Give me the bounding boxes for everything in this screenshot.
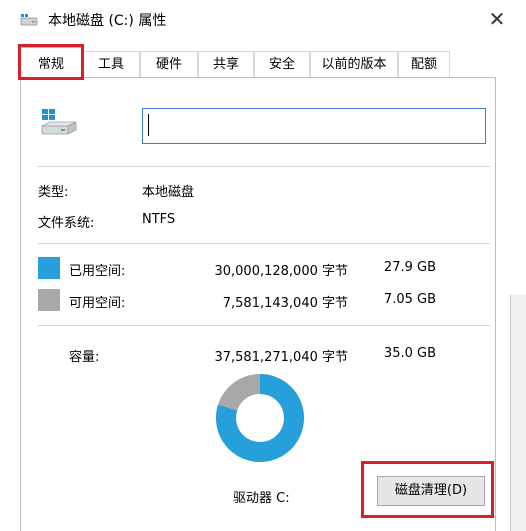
used-space-size: 27.9 GB <box>383 260 436 275</box>
tab-quota[interactable]: 配额 <box>398 51 450 78</box>
text-caret <box>148 114 149 136</box>
tab-security[interactable]: 安全 <box>254 51 310 78</box>
tab-previous-versions[interactable]: 以前的版本 <box>310 51 398 78</box>
capacity-size: 35.0 GB <box>383 346 436 361</box>
background-window-edge <box>510 295 526 531</box>
drive-label: 驱动器 C: <box>233 491 290 506</box>
windows-drive-icon <box>41 109 77 135</box>
free-space-size: 7.05 GB <box>383 292 436 307</box>
used-space-swatch <box>38 257 60 279</box>
free-space-swatch <box>38 289 60 311</box>
disk-cleanup-button[interactable]: 磁盘清理(D) <box>377 476 485 506</box>
type-label: 类型: <box>38 185 69 200</box>
title-bar: 本地磁盘 (C:) 属性 ✕ <box>0 0 526 38</box>
used-space-bytes: 30,000,128,000 字节 <box>214 264 348 279</box>
tab-tools[interactable]: 工具 <box>82 51 140 78</box>
type-value: 本地磁盘 <box>142 185 195 200</box>
used-space-label: 已用空间: <box>69 264 126 279</box>
tab-general[interactable]: 常规 <box>20 47 82 79</box>
close-icon[interactable]: ✕ <box>482 6 512 32</box>
drive-icon <box>20 14 38 26</box>
volume-name-input[interactable] <box>142 108 486 144</box>
filesystem-value: NTFS <box>142 212 176 227</box>
window-title: 本地磁盘 (C:) 属性 <box>48 13 167 29</box>
tab-strip: 常规 工具 硬件 共享 安全 以前的版本 配额 <box>20 47 490 79</box>
tab-hardware[interactable]: 硬件 <box>140 51 198 78</box>
free-space-label: 可用空间: <box>69 296 126 311</box>
filesystem-label: 文件系统: <box>38 216 95 231</box>
capacity-bytes: 37,581,271,040 字节 <box>214 350 348 365</box>
capacity-label: 容量: <box>69 350 100 365</box>
free-space-bytes: 7,581,143,040 字节 <box>222 296 348 311</box>
divider <box>38 325 490 326</box>
divider <box>38 166 490 167</box>
tab-sharing[interactable]: 共享 <box>198 51 254 78</box>
divider <box>38 243 490 244</box>
usage-donut <box>216 374 304 462</box>
